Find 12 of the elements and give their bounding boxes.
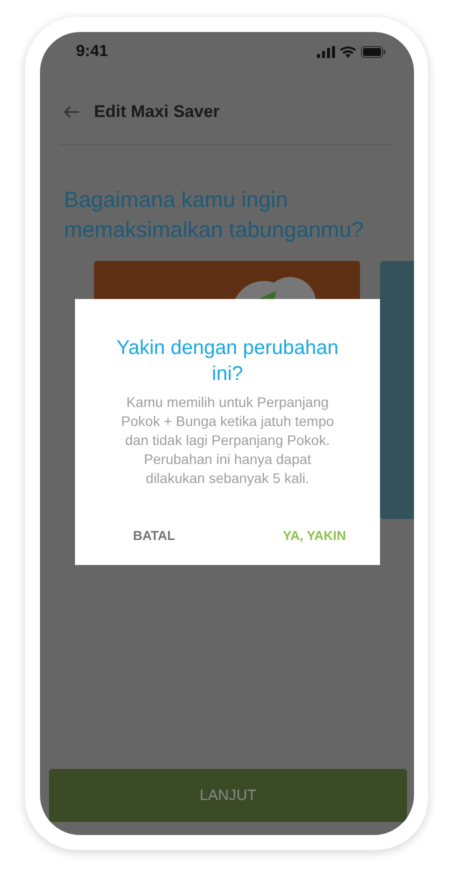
status-time: 9:41: [76, 43, 108, 61]
back-arrow-icon[interactable]: [64, 106, 80, 118]
battery-icon: [361, 46, 386, 58]
confirm-button[interactable]: YA, YAKIN: [278, 524, 350, 547]
signal-icon: [317, 46, 335, 58]
dialog-title: Yakin dengan perubahan ini?: [115, 336, 340, 387]
screen-title: Edit Maxi Saver: [94, 102, 220, 122]
dialog-message: Kamu memilih untuk Perpanjang Pokok + Bunga ketika jatuh tempo dan tidak lagi Perpanjang Pokok. Perubahan ini hanya dapat dilakukan sebanyak 5 kali.: [120, 393, 335, 488]
question-heading: Bagaimana kamu ingin memaksimalkan tabunganmu?: [64, 186, 365, 244]
continue-button[interactable]: LANJUT: [49, 769, 407, 822]
cancel-button[interactable]: BATAL: [129, 524, 180, 547]
wifi-icon: [340, 46, 356, 58]
